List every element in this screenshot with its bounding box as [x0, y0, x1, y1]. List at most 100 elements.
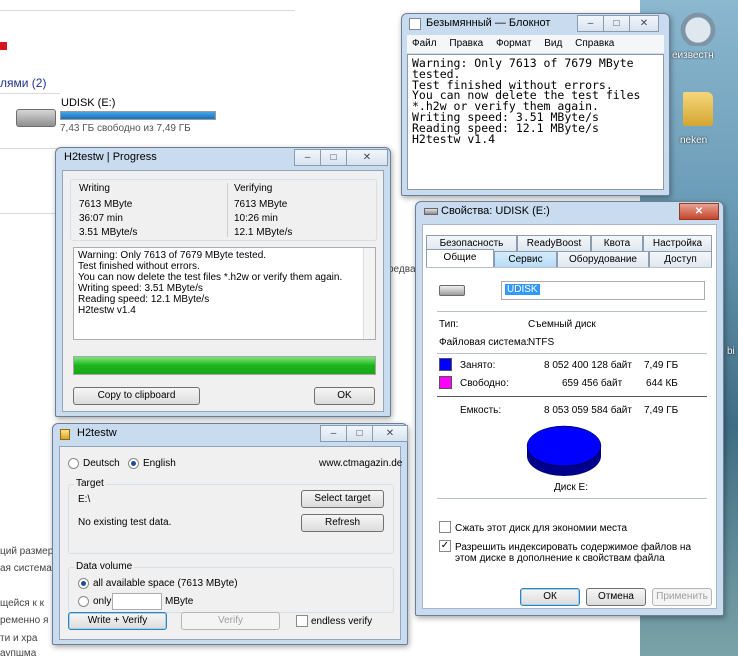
- volume-name-selection: UDISK: [505, 284, 540, 295]
- close-button[interactable]: ✕: [372, 425, 408, 442]
- desktop-icon-label: еизвестн: [672, 50, 714, 61]
- explorer-divider: [0, 10, 295, 11]
- writing-label: Writing: [79, 183, 110, 194]
- menu-view[interactable]: Вид: [539, 35, 567, 49]
- progress-bar-fill: [74, 357, 375, 374]
- drive-name: UDISK (E:): [61, 97, 116, 109]
- verify-button[interactable]: Verify: [181, 612, 280, 630]
- tab-readyboost[interactable]: ReadyBoost: [517, 235, 591, 251]
- log-line: Reading speed: 12.1 MByte/s: [78, 294, 210, 305]
- separator: [437, 498, 707, 499]
- endless-verify-checkbox[interactable]: [296, 615, 308, 627]
- all-space-radio[interactable]: [78, 578, 89, 589]
- lang-deutsch-radio[interactable]: [68, 458, 79, 469]
- verifying-label: Verifying: [234, 183, 273, 194]
- maximize-button[interactable]: □: [346, 425, 372, 442]
- writing-speed: 3.51 MByte/s: [79, 227, 138, 238]
- minimize-button[interactable]: ‒: [294, 149, 320, 166]
- menu-help[interactable]: Справка: [570, 35, 619, 49]
- notepad-menubar: Файл Правка Формат Вид Справка: [407, 35, 664, 53]
- only-label: only: [93, 596, 112, 607]
- only-radio[interactable]: [78, 596, 89, 607]
- explorer-fragment: ций размер: [0, 546, 54, 557]
- folder-icon[interactable]: [683, 92, 713, 126]
- notepad-textarea[interactable]: Warning: Only 7613 of 7679 MByte tested.…: [407, 54, 664, 190]
- explorer-fragment: редва: [388, 264, 416, 275]
- select-target-button[interactable]: Select target: [301, 490, 384, 508]
- ok-button[interactable]: ОК: [520, 588, 580, 606]
- maximize-button[interactable]: □: [320, 149, 346, 166]
- explorer-fragment: ременно я: [0, 615, 49, 626]
- compress-label: Сжать этот диск для экономии места: [455, 523, 628, 534]
- minimize-button[interactable]: ‒: [320, 425, 346, 442]
- log-scrollbar[interactable]: [363, 248, 375, 339]
- free-bytes: 659 456 байт: [562, 378, 623, 389]
- progress-log[interactable]: Warning: Only 7613 of 7679 MByte tested.…: [73, 247, 376, 340]
- recycle-bin-icon[interactable]: [678, 6, 718, 46]
- target-status: No existing test data.: [78, 517, 172, 528]
- capacity-label: Емкость:: [460, 405, 502, 416]
- capacity-bytes: 8 053 059 584 байт: [544, 405, 632, 416]
- tab-sharing[interactable]: Доступ: [649, 251, 712, 267]
- used-bytes: 8 052 400 128 байт: [544, 360, 632, 371]
- used-color-swatch: [439, 358, 452, 371]
- apply-button[interactable]: Применить: [652, 588, 712, 606]
- minimize-button[interactable]: ‒: [577, 15, 603, 32]
- data-volume-label: Data volume: [74, 561, 135, 572]
- progress-title: H2testw | Progress: [64, 151, 157, 163]
- lang-english-radio[interactable]: [128, 458, 139, 469]
- refresh-button[interactable]: Refresh: [301, 514, 384, 532]
- progress-panel: Writing 7613 MByte 36:07 min 3.51 MByte/…: [62, 170, 384, 412]
- volume-name-input[interactable]: UDISK: [501, 281, 705, 300]
- explorer-fragment: аупшма: [0, 648, 37, 656]
- h2testw-app-icon: [60, 429, 70, 440]
- free-label: Свободно:: [460, 378, 509, 389]
- cancel-button[interactable]: Отмена: [586, 588, 646, 606]
- tab-underline: [426, 267, 712, 268]
- close-button[interactable]: ✕: [679, 203, 719, 220]
- drive-item-udisk[interactable]: UDISK (E:) 7,43 ГБ свободно из 7,49 ГБ: [14, 95, 224, 137]
- verifying-time: 10:26 min: [234, 213, 278, 224]
- red-marker-icon: [0, 42, 7, 50]
- tab-quota[interactable]: Квота: [591, 235, 643, 251]
- only-mbyte-input[interactable]: [112, 593, 162, 610]
- type-label: Тип:: [439, 319, 459, 330]
- all-space-label: all available space (7613 MByte): [93, 578, 238, 589]
- ctmagazin-link[interactable]: www.ctmagazin.de: [319, 458, 402, 469]
- tab-settings[interactable]: Настройка: [643, 235, 712, 251]
- index-label: Разрешить индексировать содержимое файло…: [455, 542, 692, 564]
- explorer-divider: [0, 93, 60, 94]
- compress-checkbox[interactable]: [439, 521, 451, 533]
- capacity-size: 7,49 ГБ: [644, 405, 679, 416]
- explorer-fragment: ая система: [0, 563, 52, 574]
- log-line: H2testw v1.4: [78, 305, 136, 316]
- write-verify-button[interactable]: Write + Verify: [68, 612, 167, 630]
- copy-to-clipboard-button[interactable]: Copy to clipboard: [73, 387, 200, 405]
- separator: [437, 396, 707, 397]
- menu-format[interactable]: Формат: [491, 35, 537, 49]
- disk-label: Диск E:: [554, 482, 588, 493]
- h2testw-title: H2testw: [77, 427, 117, 439]
- drive-app-icon: [424, 208, 438, 215]
- mbyte-unit: MByte: [165, 596, 194, 607]
- index-checkbox[interactable]: ✓: [439, 540, 451, 552]
- log-line: Test finished without errors.: [78, 261, 200, 272]
- menu-edit[interactable]: Правка: [444, 35, 488, 49]
- lang-deutsch-label: Deutsch: [83, 458, 120, 469]
- fs-label: Файловая система:: [439, 337, 530, 348]
- ok-button[interactable]: OK: [314, 387, 375, 405]
- free-color-swatch: [439, 376, 452, 389]
- explorer-divider: [0, 213, 60, 214]
- maximize-button[interactable]: □: [603, 15, 629, 32]
- free-size: 644 КБ: [646, 378, 678, 389]
- menu-file[interactable]: Файл: [407, 35, 442, 49]
- tab-service[interactable]: Сервис: [494, 251, 557, 267]
- tab-general[interactable]: Общие: [426, 249, 494, 267]
- close-button[interactable]: ✕: [629, 15, 659, 32]
- h2testw-window: H2testw ‒ □ ✕ Deutsch English www.ctmaga…: [52, 423, 408, 645]
- close-button[interactable]: ✕: [346, 149, 388, 166]
- log-line: You can now delete the test files *.h2w …: [78, 272, 343, 283]
- properties-window: Свойства: UDISK (E:) ✕ Безопасность Read…: [415, 201, 724, 616]
- tab-hardware[interactable]: Оборудование: [557, 251, 649, 267]
- drive-free-text: 7,43 ГБ свободно из 7,49 ГБ: [60, 123, 191, 134]
